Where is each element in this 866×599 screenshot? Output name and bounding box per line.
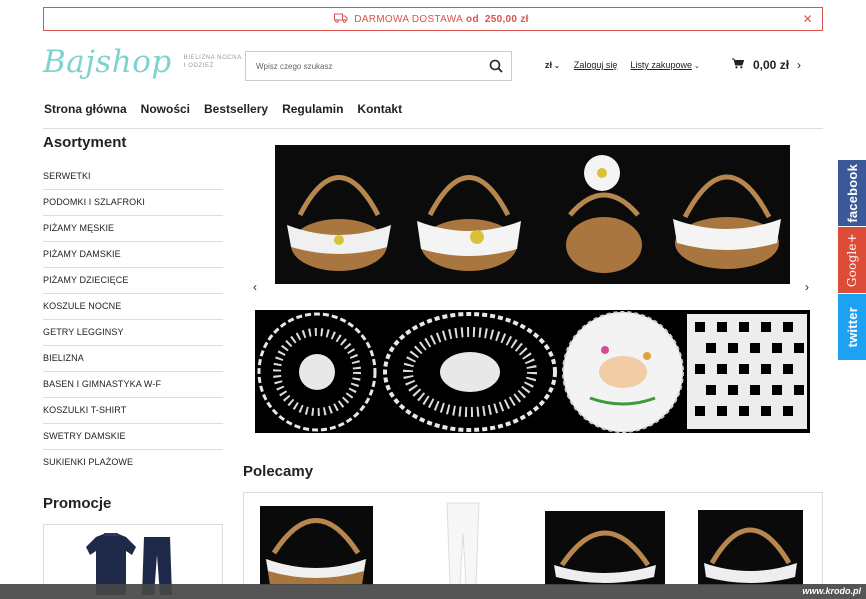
main-nav: Strona główna Nowości Bestsellery Regula… — [44, 102, 416, 116]
currency-label: zł — [545, 60, 553, 70]
sidebar-title: Asortyment — [43, 134, 127, 151]
product-leggings — [446, 502, 480, 586]
sidebar-item-category[interactable]: PIŻAMY DZIECIĘCE — [43, 268, 223, 294]
cart-total: 0,00 zł — [753, 58, 790, 72]
free-shipping-bar: DARMOWA DOSTAWA od 250,00 zł ✕ — [43, 7, 823, 31]
watermark-bar: www.krodo.pl — [0, 584, 866, 599]
search-box — [245, 51, 512, 81]
nav-item-bestsellers[interactable]: Bestsellery — [204, 102, 268, 116]
promo-mid: od — [466, 13, 479, 25]
sidebar-item-category[interactable]: BIELIZNA — [43, 346, 223, 372]
facebook-label: facebook — [844, 163, 860, 223]
facebook-tab[interactable]: facebook — [838, 160, 866, 226]
sidebar-item-category[interactable]: SUKIENKI PLAŻOWE — [43, 450, 223, 476]
sidebar-item-category[interactable]: BASEN I GIMNASTYKA W-F — [43, 372, 223, 398]
close-icon[interactable]: ✕ — [803, 12, 813, 26]
recommended-products — [243, 492, 823, 599]
logo[interactable]: Bajshop BIELIZNA NOCNA I ODZIEŻ — [43, 44, 244, 80]
recommended-title: Polecamy — [243, 463, 314, 480]
sidebar-item-category[interactable]: KOSZULKI T-SHIRT — [43, 398, 223, 424]
sidebar-item-category[interactable]: KOSZULE NOCNE — [43, 294, 223, 320]
category-list: SERWETKI PODOMKI I SZLAFROKI PIŻAMY MĘSK… — [43, 164, 223, 476]
sidebar-item-category[interactable]: PODOMKI I SZLAFROKI — [43, 190, 223, 216]
login-link[interactable]: Zaloguj się — [574, 60, 618, 70]
basket-banner-image — [275, 145, 790, 284]
truck-icon — [334, 13, 348, 26]
chevron-down-icon: ⌄ — [693, 63, 700, 70]
product-basket-2 — [545, 511, 665, 585]
promo-text: DARMOWA DOSTAWA — [354, 13, 464, 25]
sidebar-item-category[interactable]: SERWETKI — [43, 164, 223, 190]
promo-amount: 250,00 zł — [484, 13, 529, 25]
google-plus-label: Google+ — [845, 232, 859, 288]
slider-next-icon[interactable]: › — [805, 280, 809, 294]
search-icon[interactable] — [481, 59, 511, 73]
slider-prev-icon[interactable]: ‹ — [253, 280, 257, 294]
twitter-tab[interactable]: twitter — [838, 294, 866, 360]
cart-button[interactable]: 0,00 zł › — [732, 58, 801, 72]
twitter-label: twitter — [844, 306, 860, 348]
search-input[interactable] — [246, 52, 481, 80]
shopping-lists-menu[interactable]: Listy zakupowe ⌄ — [630, 60, 699, 70]
nav-item-new[interactable]: Nowości — [141, 102, 190, 116]
logo-tagline: BIELIZNA NOCNA I ODZIEŻ — [183, 55, 242, 69]
logo-brand: Bajshop — [43, 44, 172, 80]
watermark-text: www.krodo.pl — [802, 586, 861, 596]
sidebar-item-category[interactable]: GETRY LEGGINSY — [43, 320, 223, 346]
promotions-title: Promocje — [43, 495, 112, 512]
nav-divider — [43, 128, 823, 129]
chevron-down-icon: ⌄ — [554, 63, 560, 70]
doily-banner[interactable] — [255, 310, 810, 433]
header-links: zł ⌄ Zaloguj się Listy zakupowe ⌄ — [545, 60, 700, 70]
page: DARMOWA DOSTAWA od 250,00 zł ✕ Bajshop B… — [0, 0, 866, 599]
nav-item-terms[interactable]: Regulamin — [282, 102, 343, 116]
product-images — [260, 502, 803, 586]
product-basket-3 — [698, 510, 803, 585]
google-plus-tab[interactable]: Google+ — [838, 227, 866, 293]
chevron-right-icon: › — [797, 58, 802, 72]
sidebar-item-category[interactable]: PIŻAMY MĘSKIE — [43, 216, 223, 242]
nav-item-home[interactable]: Strona główna — [44, 102, 127, 116]
currency-selector[interactable]: zł ⌄ — [545, 60, 560, 70]
doily-banner-image — [255, 310, 810, 433]
sidebar-item-category[interactable]: PIŻAMY DAMSKIE — [43, 242, 223, 268]
cart-icon — [732, 58, 745, 72]
shopping-lists-label: Listy zakupowe — [630, 60, 692, 70]
nav-item-contact[interactable]: Kontakt — [357, 102, 402, 116]
sidebar-item-category[interactable]: SWETRY DAMSKIE — [43, 424, 223, 450]
basket-banner[interactable] — [275, 145, 790, 284]
product-basket-1 — [260, 506, 373, 586]
